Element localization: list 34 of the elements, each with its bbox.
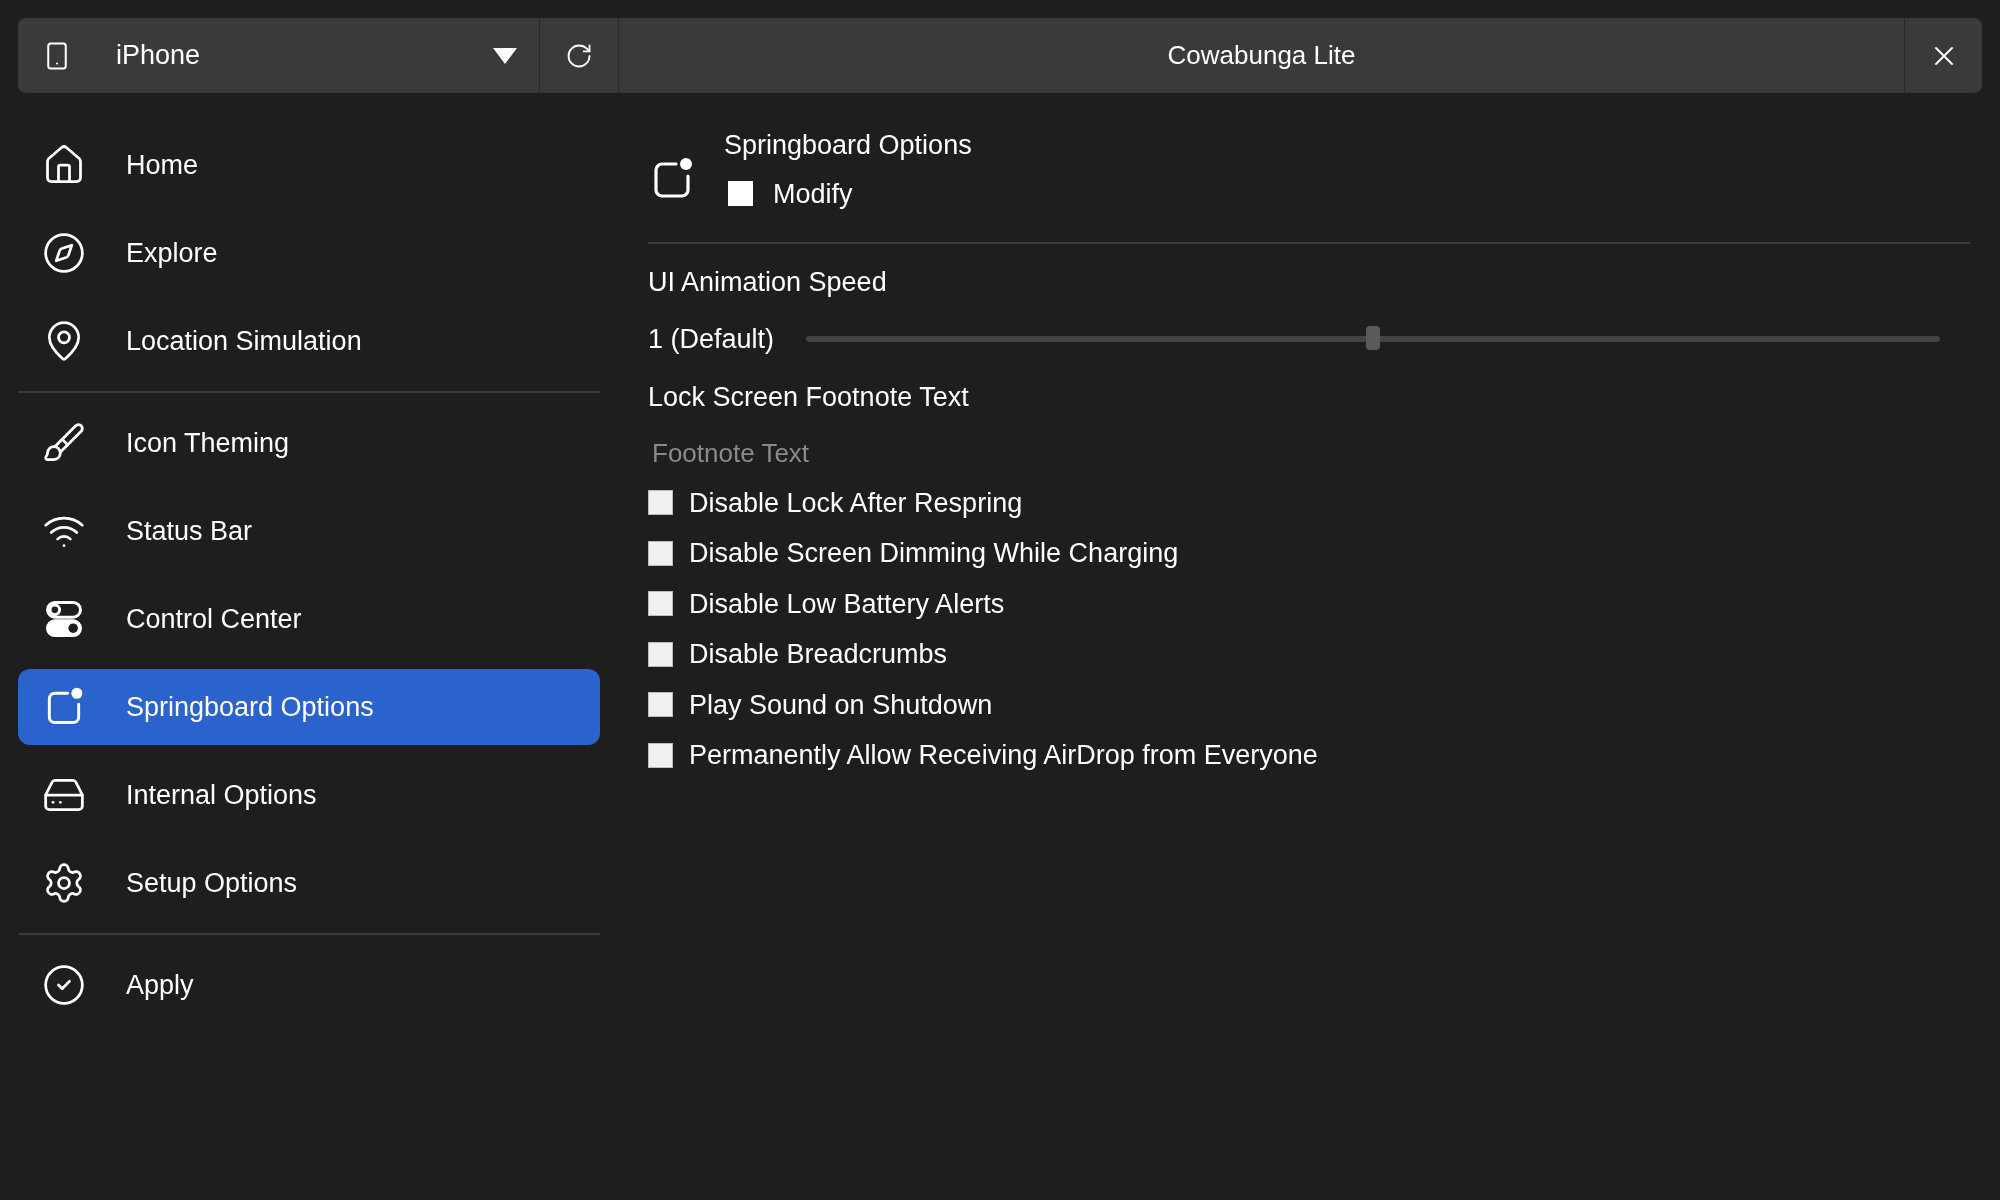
checkbox-label: Modify (773, 177, 853, 211)
setting-label: UI Animation Speed (648, 266, 888, 299)
checkbox-label: Permanently Allow Receiving AirDrop from Everyone (689, 739, 1318, 772)
checkbox[interactable] (648, 490, 673, 516)
sidebar-item[interactable]: Control Center (18, 581, 600, 657)
window-title: Cowabunga Lite (1166, 39, 1357, 72)
checkbox-label: Disable Breadcrumbs (689, 638, 948, 671)
setting-label: Lock Screen Footnote Text (648, 381, 970, 414)
checkbox[interactable] (648, 692, 673, 718)
sidebar-item[interactable]: Status Bar (18, 493, 600, 569)
sidebar-item[interactable]: Explore (18, 215, 600, 291)
slider-thumb[interactable] (1366, 325, 1381, 350)
footnote-field[interactable]: Footnote Text (648, 429, 1348, 477)
sidebar-item[interactable]: Home (18, 127, 600, 203)
sidebar-item[interactable]: Location Simulation (18, 303, 600, 379)
checkbox[interactable] (648, 742, 673, 768)
sidebar-item[interactable]: Icon Theming (18, 405, 600, 481)
checkbox[interactable] (648, 591, 673, 617)
page-title: Springboard Options (724, 129, 972, 162)
checkbox-label: Disable Low Battery Alerts (689, 587, 1005, 621)
sidebar-item[interactable]: Setup Options (18, 845, 600, 921)
checkbox[interactable] (648, 540, 673, 566)
sidebar-item[interactable]: Springboard Options (18, 669, 600, 745)
sidebar-item[interactable]: Apply (18, 947, 600, 1023)
check-circle-icon (42, 963, 86, 1007)
checkbox-label: Disable Lock After Respring (689, 486, 1023, 520)
slider-reading: 1 (Default) (648, 322, 775, 356)
caret-icon (493, 47, 517, 64)
checkbox[interactable] (648, 641, 673, 667)
checkbox-label: Play Sound on Shutdown (689, 688, 993, 722)
compass-icon (42, 231, 86, 275)
device-dropdown[interactable]: iPhone (18, 18, 540, 93)
sidebar-item[interactable]: Internal Options (18, 757, 600, 833)
checkbox-label: Disable Screen Dimming While Charging (689, 537, 1179, 570)
